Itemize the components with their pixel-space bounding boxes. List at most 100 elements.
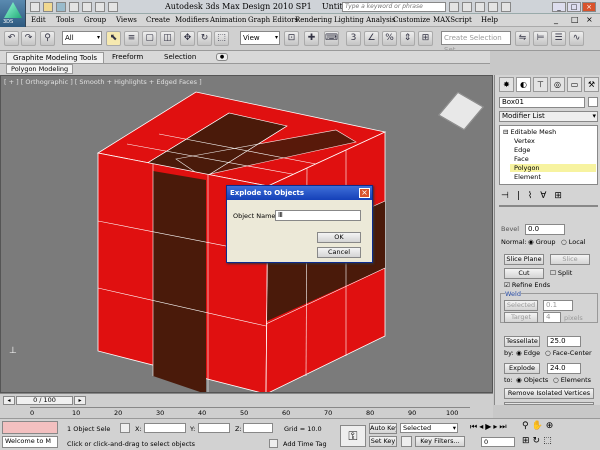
object-color-swatch[interactable]	[588, 97, 598, 107]
menu-animation[interactable]: Animation	[210, 16, 246, 24]
select-manipulate-icon[interactable]: ✚	[304, 31, 319, 46]
modify-tab-icon[interactable]: ◐	[516, 77, 531, 92]
menu-tools[interactable]: Tools	[56, 16, 74, 24]
weld-target-value[interactable]: 4	[543, 312, 561, 323]
time-tag-icon[interactable]	[269, 439, 278, 448]
select-rotate-icon[interactable]: ↻	[197, 31, 212, 46]
menu-views[interactable]: Views	[116, 16, 137, 24]
menu-create[interactable]: Create	[146, 16, 170, 24]
create-tab-icon[interactable]: ✸	[499, 77, 514, 92]
stack-item-element[interactable]: Element	[514, 173, 541, 181]
curve-editor-icon[interactable]: ∿	[569, 31, 584, 46]
tab-selection[interactable]: Selection	[158, 52, 202, 63]
tab-graphite-modeling-tools[interactable]: Graphite Modeling Tools	[6, 52, 105, 63]
window-crossing-icon[interactable]: ◫	[160, 31, 175, 46]
hold-icon[interactable]	[95, 2, 105, 12]
menu-rendering[interactable]: Rendering	[295, 16, 332, 24]
menu-maxscript[interactable]: MAXScript	[433, 16, 472, 24]
new-file-icon[interactable]	[30, 2, 40, 12]
close-icon[interactable]: ×	[582, 2, 596, 12]
normal-local-radio[interactable]: ○ Local	[561, 238, 586, 246]
time-slider[interactable]: 0 / 100	[16, 396, 73, 405]
tessellate-tension-value[interactable]: 25.0	[547, 336, 581, 347]
refine-ends-checkbox[interactable]: ☑ Refine Ends	[504, 281, 550, 289]
rectangular-selection-icon[interactable]: ▢	[142, 31, 157, 46]
cut-button[interactable]: Cut	[504, 268, 544, 279]
select-scale-icon[interactable]: ⬚	[214, 31, 229, 46]
key-mode-dropdown[interactable]: Selected ▾	[400, 423, 458, 433]
keyboard-shortcut-icon[interactable]: ⌨	[324, 31, 339, 46]
hierarchy-tab-icon[interactable]: ⊤	[533, 77, 548, 92]
slice-plane-button[interactable]: Slice Plane	[504, 254, 544, 265]
mirror-icon[interactable]: ⇋	[515, 31, 530, 46]
object-name-field[interactable]: Box01	[499, 97, 585, 108]
polygon-modeling-panel[interactable]: Polygon Modeling	[6, 64, 74, 74]
current-frame-field[interactable]: 0	[481, 437, 515, 447]
timeline-next-icon[interactable]: ▸	[74, 396, 86, 405]
fetch-icon[interactable]	[108, 2, 118, 12]
default-in-out-tangent-icon[interactable]	[401, 436, 412, 447]
menu-close-icon[interactable]: ×	[586, 15, 593, 24]
binoculars-icon[interactable]	[449, 2, 459, 12]
select-object-icon[interactable]: ⬉	[106, 31, 121, 46]
align-icon[interactable]: ⊨	[533, 31, 548, 46]
x-coord-field[interactable]	[144, 423, 186, 433]
redo-toolbar-icon[interactable]: ↷	[21, 31, 36, 46]
reference-coordinate-dropdown[interactable]: View ▾	[240, 31, 280, 45]
weld-target-button[interactable]: Target	[504, 312, 538, 323]
modifier-list-dropdown[interactable]: Modifier List ▾	[499, 111, 598, 122]
stack-controls-icons[interactable]: ⊣|⌇∀⊞	[501, 191, 570, 201]
timeline-prev-icon[interactable]: ◂	[3, 396, 15, 405]
select-by-name-icon[interactable]: ≡	[124, 31, 139, 46]
weld-selected-button[interactable]: Selected	[504, 300, 538, 311]
pivot-point-icon[interactable]: ⊡	[284, 31, 299, 46]
menu-graph-editors[interactable]: Graph Editors	[248, 16, 298, 24]
playback-controls-icons[interactable]: ⏮◂▶▸⏭	[470, 422, 509, 432]
open-file-icon[interactable]	[43, 2, 53, 12]
timeline-ruler[interactable]: 0 10 20 30 40 50 60 70 80 90 100	[30, 407, 470, 418]
split-checkbox[interactable]: ☐ Split	[550, 269, 572, 277]
tab-freeform[interactable]: Freeform	[106, 52, 149, 63]
undo-icon[interactable]	[69, 2, 79, 12]
maximize-icon[interactable]: □	[567, 2, 581, 12]
viewport-navigation-icons-2[interactable]: ⊞↻⬚	[522, 436, 555, 446]
set-key-button[interactable]: Set Key	[369, 436, 397, 447]
menu-modifiers[interactable]: Modifiers	[175, 16, 209, 24]
tessellate-button[interactable]: Tessellate	[504, 336, 540, 347]
spinner-snap-icon[interactable]: ⇕	[400, 31, 415, 46]
menu-help[interactable]: Help	[481, 16, 498, 24]
menu-minimize-icon[interactable]: _	[554, 15, 558, 24]
remove-isolated-vertices-button[interactable]: Remove Isolated Vertices	[504, 388, 594, 399]
slice-button[interactable]: Slice	[550, 254, 590, 265]
stack-item-polygon[interactable]: Polygon	[510, 164, 596, 172]
auto-key-button[interactable]: Auto Key	[369, 423, 397, 434]
ribbon-minimize-icon[interactable]: ●	[216, 53, 228, 61]
help-icon[interactable]	[501, 2, 511, 12]
percent-snap-icon[interactable]: %	[382, 31, 397, 46]
angle-snap-icon[interactable]: ∠	[364, 31, 379, 46]
normal-group-radio[interactable]: ◉ Group	[528, 238, 556, 246]
stack-item-vertex[interactable]: Vertex	[514, 137, 535, 145]
favorites-icon[interactable]	[488, 2, 498, 12]
motion-tab-icon[interactable]: ◎	[550, 77, 565, 92]
menu-customize[interactable]: Customize	[393, 16, 430, 24]
by-edge-radio[interactable]: ◉ Edge	[516, 349, 540, 357]
maxscript-mini-listener[interactable]: Welcome to M	[2, 436, 58, 448]
display-tab-icon[interactable]: ▭	[567, 77, 582, 92]
snaps-toggle-icon[interactable]: 3	[346, 31, 361, 46]
to-elements-radio[interactable]: ○ Elements	[553, 376, 591, 384]
object-name-input[interactable]: Ⅲ	[275, 210, 361, 221]
explode-angle-value[interactable]: 24.0	[547, 363, 581, 374]
selection-filter-dropdown[interactable]: All ▾	[62, 31, 102, 45]
select-open-edges-button[interactable]: Select Open Edges	[504, 402, 594, 405]
redo-icon[interactable]	[82, 2, 92, 12]
selection-set-dropdown[interactable]: Create Selection Set	[441, 31, 511, 54]
dialog-close-icon[interactable]: ×	[359, 188, 370, 198]
menu-group[interactable]: Group	[84, 16, 106, 24]
bevel-value[interactable]: 0.0	[525, 224, 565, 235]
select-move-icon[interactable]: ✥	[180, 31, 195, 46]
menu-lighting-analysis[interactable]: Lighting Analysis	[334, 16, 396, 24]
communication-icon[interactable]	[475, 2, 485, 12]
undo-toolbar-icon[interactable]: ↶	[4, 31, 19, 46]
stack-item-face[interactable]: Face	[514, 155, 529, 163]
